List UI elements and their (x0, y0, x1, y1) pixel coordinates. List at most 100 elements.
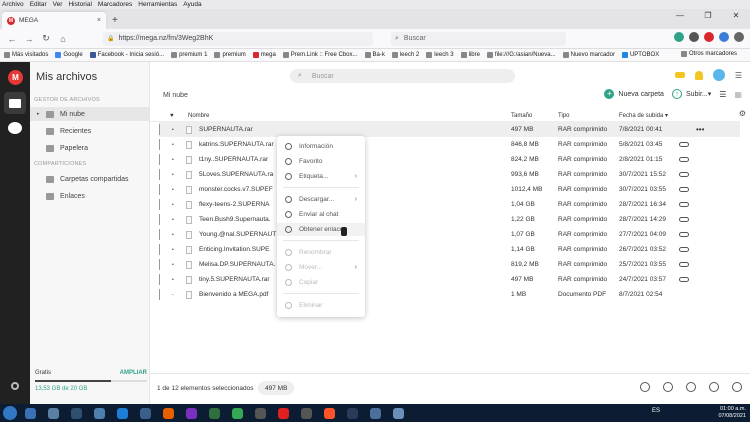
table-row[interactable]: - Bienvenido a MEGA.pdf 1 MB Documento PDF 8… (159, 287, 740, 302)
link-icon[interactable] (686, 382, 696, 392)
extension-icon[interactable] (674, 32, 684, 42)
close-window-button[interactable]: ✕ (722, 9, 750, 23)
context-item-mover[interactable]: Mover... › (277, 261, 365, 274)
mega-logo-icon[interactable]: M (8, 70, 23, 85)
avatar[interactable] (712, 69, 725, 81)
taskbar-app[interactable] (296, 406, 316, 420)
context-item-descargar[interactable]: Descargar... › (277, 193, 365, 206)
taskbar-app[interactable] (227, 406, 247, 420)
list-view-icon[interactable]: ☰ (719, 90, 726, 99)
taskbar-app[interactable] (66, 406, 86, 420)
search-input[interactable]: ⌕ Buscar (290, 69, 515, 83)
home-icon[interactable]: ⌂ (56, 34, 70, 44)
menu-marcadores[interactable]: Marcadores (98, 1, 132, 8)
language-indicator[interactable]: ES (652, 408, 660, 414)
context-item-renombrar[interactable]: Renombrar (277, 246, 365, 259)
menu-herramientas[interactable]: Herramientas (138, 1, 177, 8)
table-row[interactable]: • Young.@nal.SUPERNAUT 1,07 GB RAR comprimi… (159, 227, 740, 242)
url-bar[interactable]: 🔒 https://mega.nz/fm/3Weg2BhK (103, 31, 373, 46)
table-row[interactable]: • tiny.5.SUPERNAUTA.rar 497 MB RAR comprimi… (159, 272, 740, 287)
favorite-toggle[interactable]: • (172, 217, 174, 223)
other-bookmarks[interactable]: Otros marcadores (680, 51, 737, 57)
column-type[interactable]: Tipo (558, 113, 569, 119)
link-icon[interactable] (679, 157, 689, 162)
more-options-icon[interactable]: ••• (696, 125, 704, 134)
table-row[interactable]: • flexy-teens-2.SUPERNA 1,04 GB RAR comprim… (159, 197, 740, 212)
favorite-toggle[interactable]: • (172, 247, 174, 253)
table-row[interactable]: • Teen.Bush9.Supernauta. 1,22 GB RAR compri… (159, 212, 740, 227)
column-date[interactable]: Fecha de subida ▾ (619, 112, 668, 119)
taskbar-app[interactable] (89, 406, 109, 420)
favorite-toggle[interactable]: - (172, 292, 174, 298)
context-item-favorito[interactable]: Favorito (277, 155, 365, 168)
taskbar-app[interactable] (181, 406, 201, 420)
taskbar-app[interactable] (20, 406, 40, 420)
favorite-toggle[interactable]: • (172, 232, 174, 238)
cloud-drive-icon[interactable] (4, 92, 26, 114)
download-icon[interactable] (640, 382, 650, 392)
bookmark[interactable]: file:///G:/asian/Nueva... (486, 52, 556, 58)
favorite-toggle[interactable]: • (172, 142, 174, 148)
column-name[interactable]: Nombre (188, 113, 209, 119)
table-row[interactable]: • Melisa.DP.SUPERNAUTA. 819,2 MB RAR compri… (159, 257, 740, 272)
link-icon[interactable] (679, 172, 689, 177)
link-icon[interactable] (679, 202, 689, 207)
menu-editar[interactable]: Editar (30, 1, 47, 8)
context-item-copiar[interactable]: Copiar (277, 276, 365, 289)
bookmark[interactable]: leech 2 (391, 52, 419, 58)
upload-button[interactable]: ↑ Subir... ▾ (671, 89, 711, 99)
taskbar-app[interactable] (388, 406, 408, 420)
taskbar-app[interactable] (135, 406, 155, 420)
maximize-button[interactable]: ❐ (694, 9, 722, 23)
reload-icon[interactable]: ↻ (39, 33, 53, 44)
table-row[interactable]: • SUPERNAUTA.rar 497 MB RAR comprimido 7/8/2… (159, 122, 740, 137)
bell-icon[interactable] (694, 70, 703, 80)
menu-ayuda[interactable]: Ayuda (183, 1, 201, 8)
close-tab-icon[interactable]: × (97, 17, 101, 24)
upgrade-link[interactable]: AMPLIAR (120, 370, 147, 376)
clock[interactable]: 01:00 a.m. 07/08/2021 (718, 406, 746, 420)
bookmark[interactable]: UPTOBOX (621, 52, 659, 58)
context-item-eliminar[interactable]: Eliminar (277, 299, 365, 312)
bookmark[interactable]: mega (252, 52, 276, 58)
favorite-toggle[interactable]: • (172, 157, 174, 163)
new-tab-button[interactable]: + (112, 15, 118, 26)
table-row[interactable]: • katrins.SUPERNAUTA.rar 846,8 MB RAR compr… (159, 137, 740, 152)
menu-ver[interactable]: Ver (53, 1, 63, 8)
forward-icon[interactable]: → (22, 34, 36, 44)
taskbar-app[interactable] (365, 406, 385, 420)
favorite-toggle[interactable]: • (172, 277, 174, 283)
favorite-column-icon[interactable]: ♥ (170, 113, 174, 119)
taskbar-app[interactable] (204, 406, 224, 420)
bookmark[interactable]: leech 3 (426, 52, 454, 58)
context-item-obtener-enlace[interactable]: Obtener enlace (277, 223, 365, 236)
hamburger-menu-icon[interactable]: ☰ (735, 71, 742, 80)
new-folder-button[interactable]: + Nueva carpeta (604, 89, 664, 99)
table-row[interactable]: • Enticing.Invitation.SUPE 1,14 GB RAR comp… (159, 242, 740, 257)
share-link-icon[interactable] (663, 382, 673, 392)
extension-icon[interactable] (704, 32, 714, 42)
taskbar-app[interactable] (112, 406, 132, 420)
table-row[interactable]: • 5Loves.SUPERNAUTA.ra 993,6 MB RAR comprim… (159, 167, 740, 182)
sidebar-item-enlaces[interactable]: Enlaces (30, 189, 149, 203)
context-item-etiqueta[interactable]: Etiqueta... › (277, 170, 365, 183)
link-icon[interactable] (679, 217, 689, 222)
more-icon[interactable] (732, 382, 742, 392)
grid-view-icon[interactable]: ▦ (734, 90, 742, 99)
bookmark[interactable]: premium (214, 52, 246, 58)
context-item-enviar-chat[interactable]: Enviar al chat (277, 208, 365, 221)
breadcrumb[interactable]: Mi nube (163, 92, 188, 99)
minimize-button[interactable]: — (666, 9, 694, 23)
taskbar-app[interactable] (158, 406, 178, 420)
menu-icon[interactable] (734, 32, 744, 42)
sidebar-item-recientes[interactable]: Recientes (30, 124, 149, 138)
bookmark[interactable]: libre (460, 52, 480, 58)
column-size[interactable]: Tamaño (511, 113, 532, 119)
sidebar-item-mi-nube[interactable]: ▸ Mi nube (30, 107, 149, 121)
browser-search-input[interactable]: ⌕ Buscar (391, 31, 566, 46)
favorite-toggle[interactable]: • (172, 187, 174, 193)
context-item-informacion[interactable]: Información (277, 140, 365, 153)
link-icon[interactable] (679, 277, 689, 282)
bookmark[interactable]: premium 1 (171, 52, 207, 58)
menu-archivo[interactable]: Archivo (2, 1, 24, 8)
